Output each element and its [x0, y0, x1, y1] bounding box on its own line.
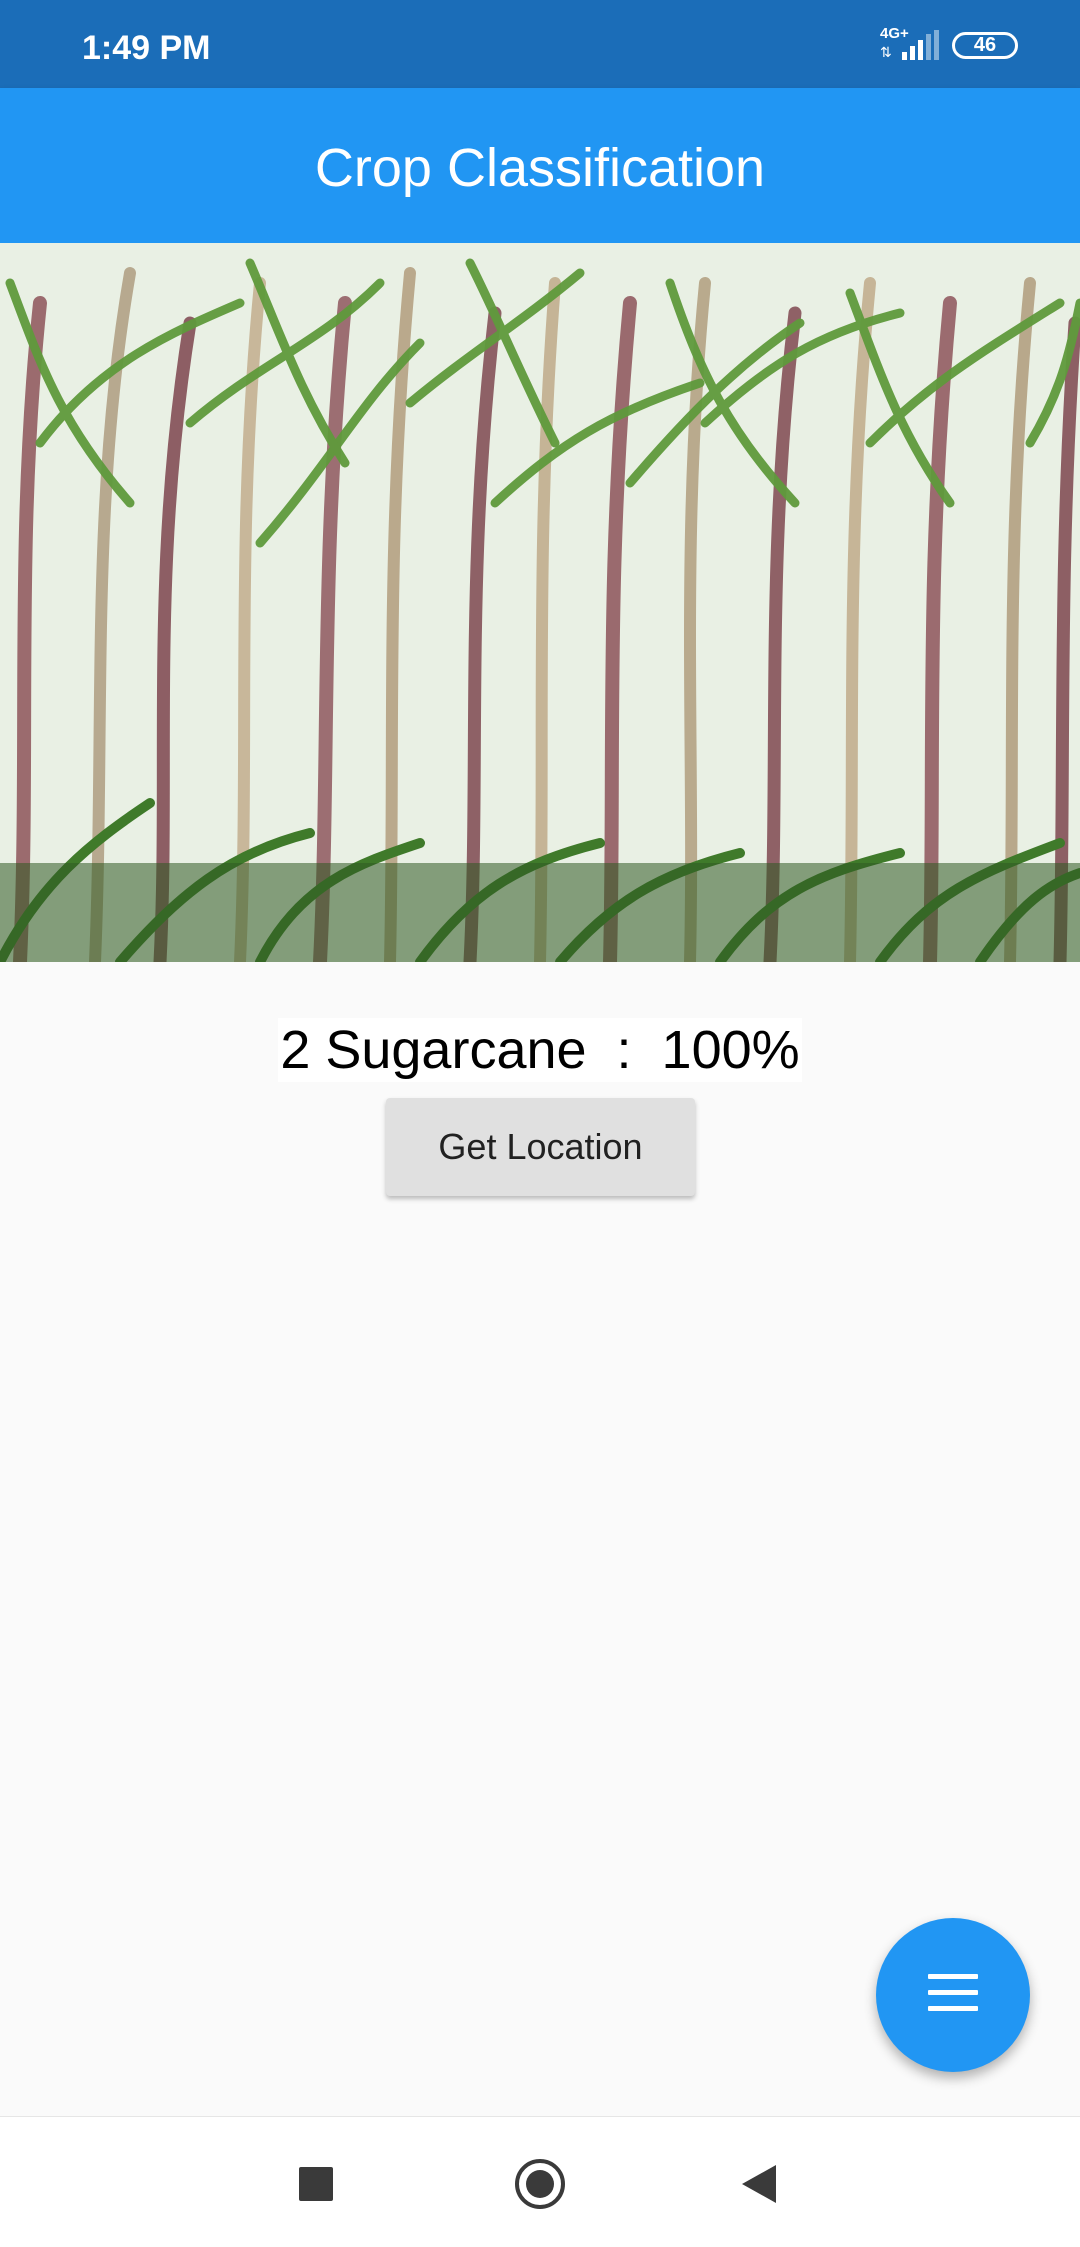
- page-title: Crop Classification: [314, 138, 766, 198]
- classification-result: 2 Sugarcane : 100%: [0, 1018, 1080, 1082]
- menu-icon: [928, 1974, 978, 2014]
- home-icon[interactable]: [515, 2159, 565, 2209]
- status-time: 1:49 PM: [82, 29, 211, 67]
- signal-icon: [902, 30, 939, 60]
- get-location-button[interactable]: Get Location: [386, 1098, 695, 1196]
- battery-icon: 46: [952, 32, 1018, 59]
- back-icon[interactable]: [742, 2165, 776, 2203]
- status-bar: 1:49 PM 4G+ ⇅ 46: [0, 0, 1080, 88]
- app-bar: Crop Classification: [0, 88, 1080, 243]
- data-activity-icon: ⇅: [880, 44, 892, 60]
- battery-level: 46: [973, 34, 997, 56]
- menu-fab[interactable]: [876, 1918, 1030, 2072]
- crop-photo: [0, 243, 1080, 962]
- recents-icon[interactable]: [299, 2167, 333, 2201]
- result-label: 2 Sugarcane : 100%: [278, 1018, 802, 1082]
- navigation-bar: [0, 2116, 1080, 2247]
- sugarcane-image: [0, 243, 1080, 962]
